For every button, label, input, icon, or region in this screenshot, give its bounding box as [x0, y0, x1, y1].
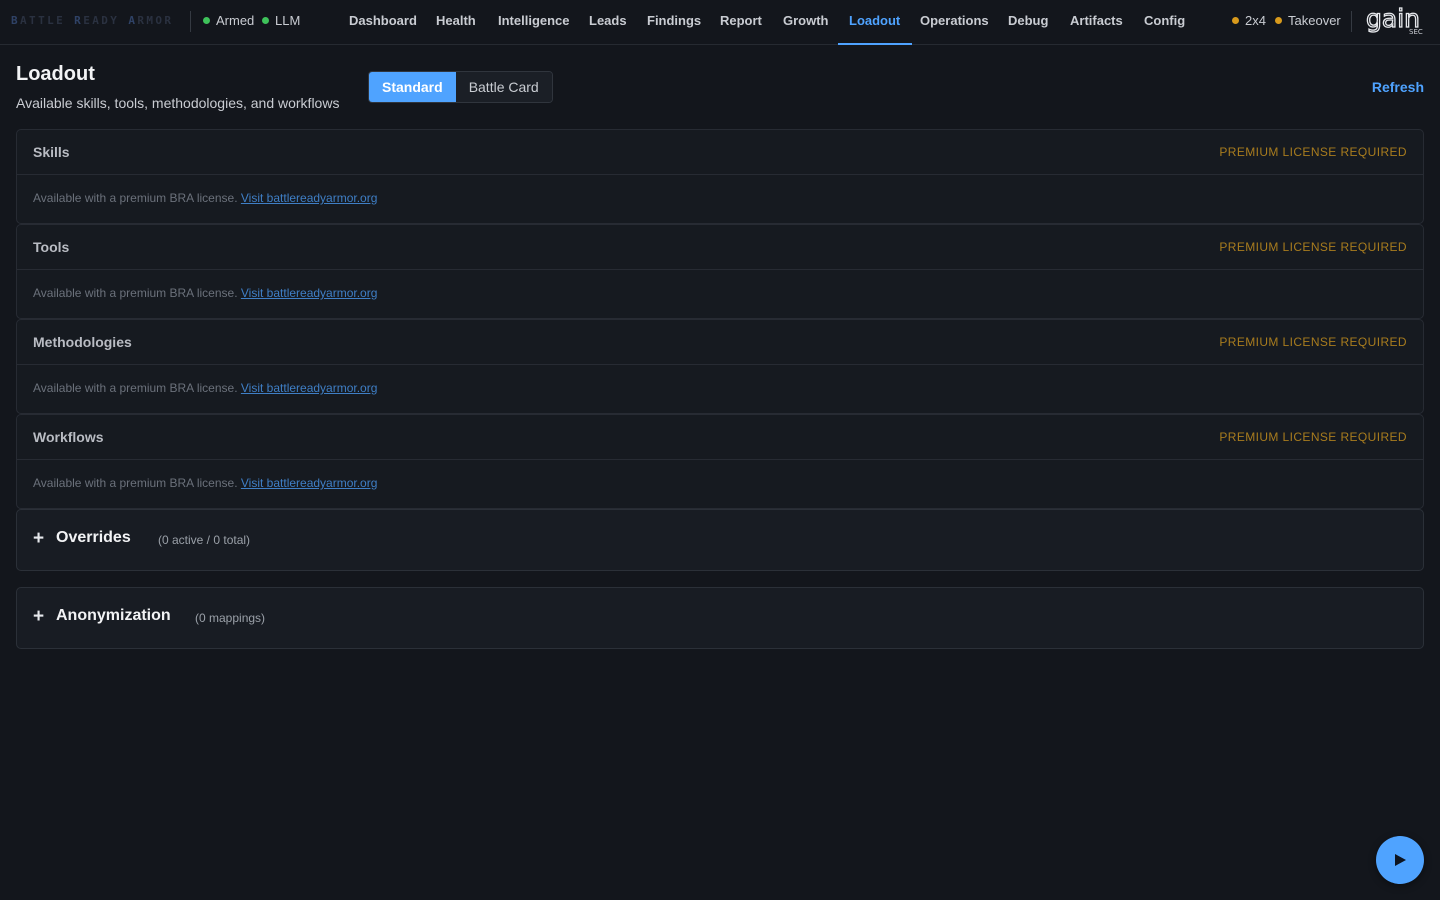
tab-debug[interactable]: Debug [1008, 0, 1048, 44]
premium-badge: PREMIUM LICENSE REQUIRED [1219, 335, 1407, 349]
tab-leads[interactable]: Leads [589, 0, 627, 44]
divider [1351, 11, 1352, 32]
status-dot-icon [1232, 17, 1239, 24]
tab-report[interactable]: Report [720, 0, 762, 44]
status-dot-icon [203, 17, 210, 24]
panel-header: Skills PREMIUM LICENSE REQUIRED [17, 130, 1423, 175]
panel-message: Available with a premium BRA license. [33, 381, 238, 395]
panel-header: Workflows PREMIUM LICENSE REQUIRED [17, 415, 1423, 460]
status-llm: LLM [262, 13, 300, 28]
page-title: Loadout [16, 63, 95, 85]
workflows-panel: Workflows PREMIUM LICENSE REQUIRED Avail… [16, 414, 1424, 509]
play-icon [1395, 854, 1406, 866]
status-armed: Armed [203, 13, 254, 28]
panel-message: Available with a premium BRA license. [33, 476, 238, 490]
panel-message: Available with a premium BRA license. [33, 191, 238, 205]
tab-dashboard[interactable]: Dashboard [349, 0, 417, 44]
visit-link[interactable]: Visit battlereadyarmor.org [241, 476, 378, 490]
tab-operations[interactable]: Operations [920, 0, 989, 44]
overrides-section[interactable]: + Overrides (0 active / 0 total) [16, 509, 1424, 571]
logo-sub: SEC [1409, 28, 1423, 36]
methodologies-panel: Methodologies PREMIUM LICENSE REQUIRED A… [16, 319, 1424, 414]
panel-header: Methodologies PREMIUM LICENSE REQUIRED [17, 320, 1423, 365]
premium-badge: PREMIUM LICENSE REQUIRED [1219, 240, 1407, 254]
tab-findings[interactable]: Findings [647, 0, 701, 44]
panel-message: Available with a premium BRA license. [33, 286, 238, 300]
panel-title: Skills [33, 144, 70, 160]
panel-body: Available with a premium BRA license. Vi… [33, 286, 377, 300]
panel-title: Workflows [33, 429, 104, 445]
status-armed-label: Armed [216, 13, 255, 28]
premium-badge: PREMIUM LICENSE REQUIRED [1219, 430, 1407, 444]
tab-growth[interactable]: Growth [783, 0, 829, 44]
play-button[interactable] [1376, 836, 1424, 884]
overrides-count: (0 active / 0 total) [158, 533, 251, 547]
gainsec-logo[interactable]: gain SEC [1366, 5, 1428, 37]
top-navbar: BATTLE READY ARMOR Armed LLM Dashboard H… [0, 0, 1440, 45]
tab-health[interactable]: Health [436, 0, 476, 44]
tab-artifacts[interactable]: Artifacts [1070, 0, 1123, 44]
visit-link[interactable]: Visit battlereadyarmor.org [241, 191, 378, 205]
tab-loadout[interactable]: Loadout [837, 0, 913, 45]
refresh-button[interactable]: Refresh [1372, 79, 1424, 95]
tab-intelligence[interactable]: Intelligence [498, 0, 570, 44]
overrides-title: Overrides [56, 529, 131, 546]
status-takeover-label: Takeover [1288, 13, 1341, 28]
status-takeover[interactable]: Takeover [1275, 13, 1341, 28]
panel-header: Tools PREMIUM LICENSE REQUIRED [17, 225, 1423, 270]
divider [190, 11, 191, 32]
status-2x4-label: 2x4 [1245, 13, 1266, 28]
tools-panel: Tools PREMIUM LICENSE REQUIRED Available… [16, 224, 1424, 319]
status-llm-label: LLM [275, 13, 301, 28]
status-dot-icon [262, 17, 269, 24]
expand-icon[interactable]: + [33, 527, 44, 551]
page-subtitle: Available skills, tools, methodologies, … [16, 95, 340, 111]
view-toggle: Standard Battle Card [368, 71, 553, 103]
anonymization-title: Anonymization [56, 607, 171, 624]
skills-panel: Skills PREMIUM LICENSE REQUIRED Availabl… [16, 129, 1424, 224]
visit-link[interactable]: Visit battlereadyarmor.org [241, 381, 378, 395]
panel-title: Methodologies [33, 334, 132, 350]
visit-link[interactable]: Visit battlereadyarmor.org [241, 286, 378, 300]
expand-icon[interactable]: + [33, 605, 44, 629]
panel-title: Tools [33, 239, 70, 255]
panel-body: Available with a premium BRA license. Vi… [33, 191, 377, 205]
anonymization-count: (0 mappings) [195, 611, 266, 625]
status-2x4[interactable]: 2x4 [1232, 13, 1266, 28]
tab-config[interactable]: Config [1144, 0, 1185, 44]
anonymization-section[interactable]: + Anonymization (0 mappings) [16, 587, 1424, 649]
panel-body: Available with a premium BRA license. Vi… [33, 476, 377, 490]
premium-badge: PREMIUM LICENSE REQUIRED [1219, 145, 1407, 159]
standard-view-button[interactable]: Standard [369, 72, 456, 102]
panel-body: Available with a premium BRA license. Vi… [33, 381, 377, 395]
battle-card-view-button[interactable]: Battle Card [455, 72, 552, 102]
brand-logo-text[interactable]: BATTLE READY ARMOR [11, 14, 173, 27]
status-dot-icon [1275, 17, 1282, 24]
